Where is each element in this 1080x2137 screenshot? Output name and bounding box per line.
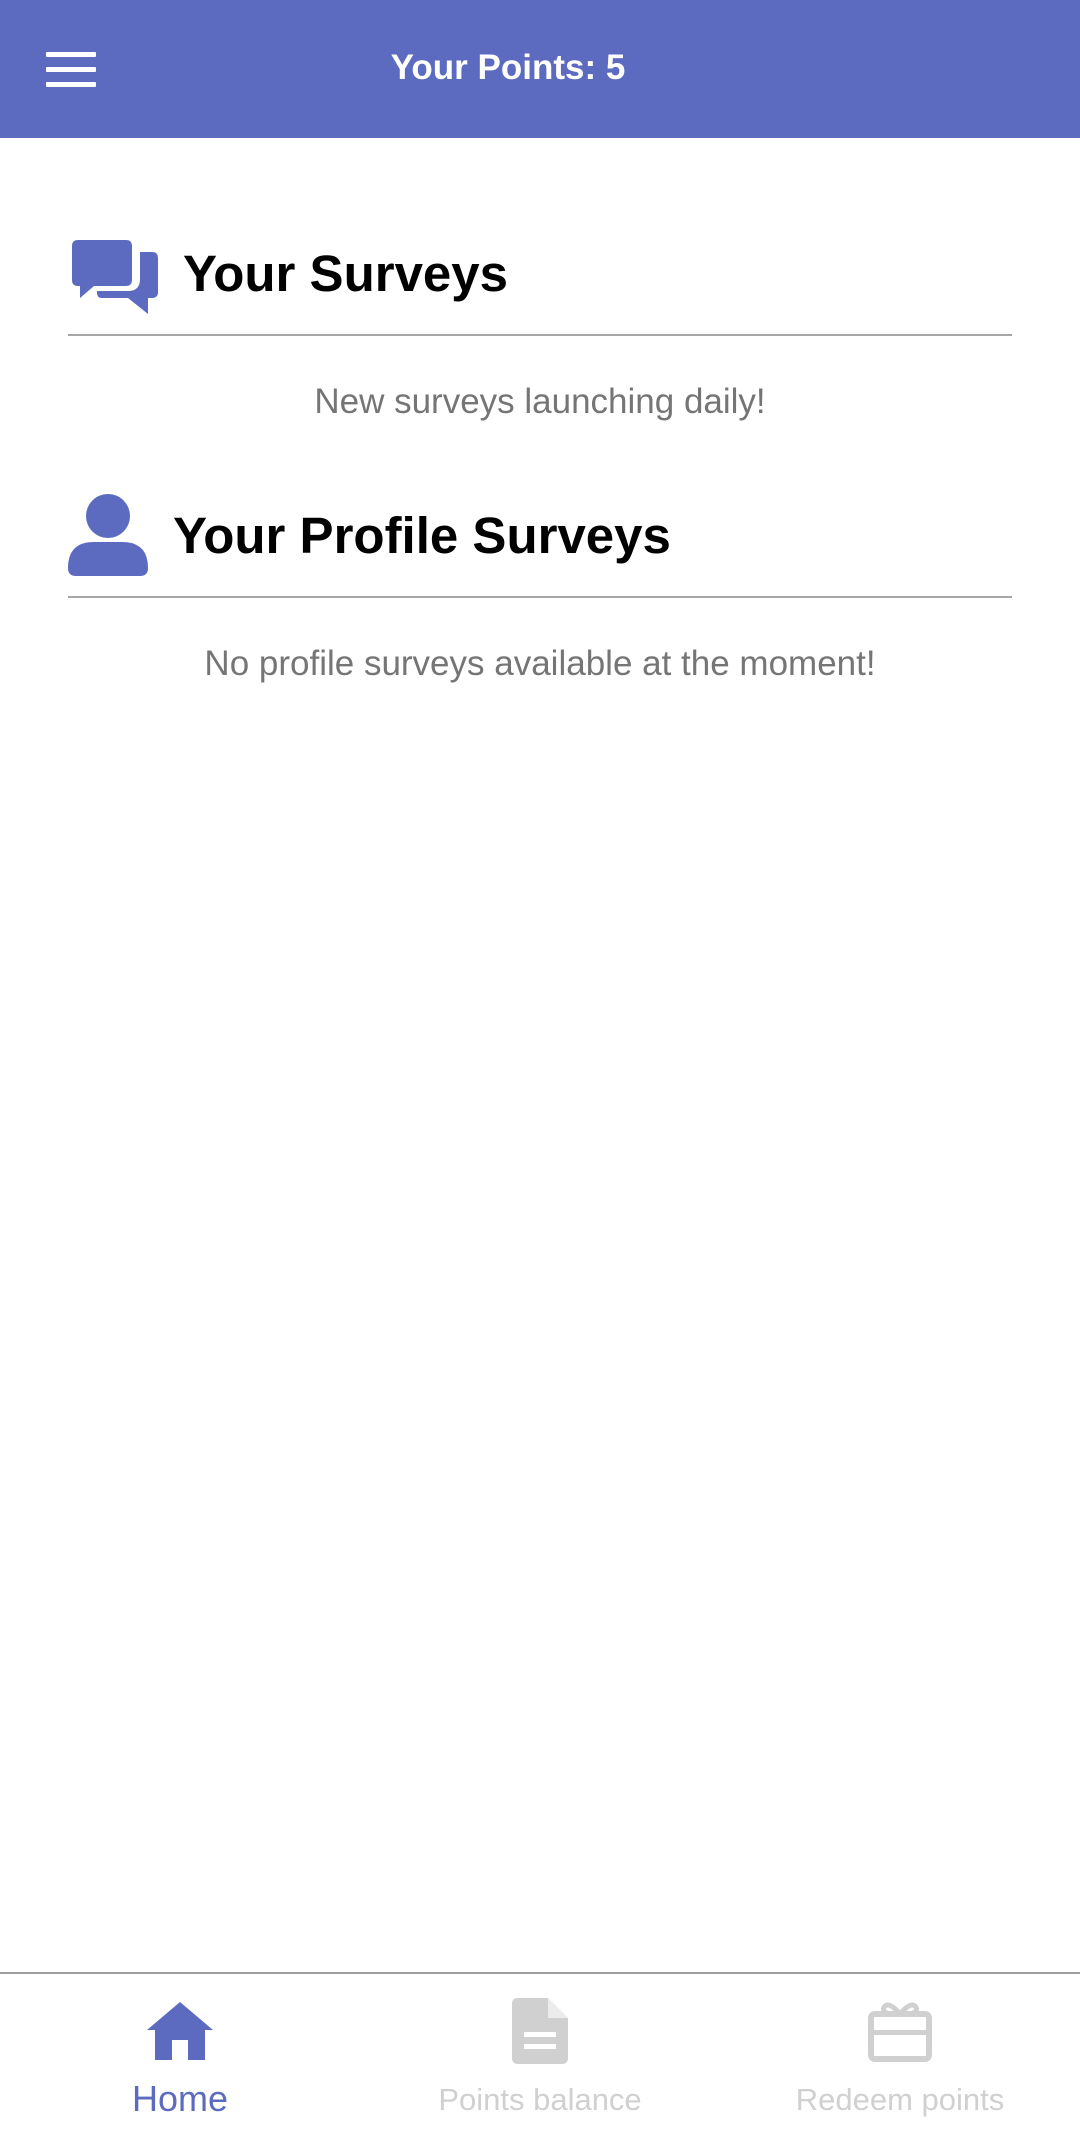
nav-label-redeem-points: Redeem points — [795, 2082, 1005, 2117]
page-title: Your Points: 5 — [390, 48, 626, 87]
profile-surveys-empty-message: No profile surveys available at the mome… — [204, 644, 876, 683]
surveys-section-header: Your Surveys — [68, 226, 1012, 322]
surveys-section: Your Surveys New surveys launching daily… — [68, 226, 1012, 422]
app-bar: Your Points: 5 — [0, 0, 1080, 138]
nav-item-redeem-points[interactable]: Redeem points — [720, 1974, 1080, 2137]
document-icon — [512, 1998, 568, 2064]
chat-bubbles-icon — [72, 240, 158, 314]
gift-icon — [868, 2002, 932, 2062]
nav-item-home[interactable]: Home — [0, 1974, 360, 2137]
nav-label-points-balance: Points balance — [438, 2082, 642, 2117]
profile-surveys-section: Your Profile Surveys No profile surveys … — [68, 488, 1012, 684]
profile-surveys-section-title: Your Profile Surveys — [173, 507, 671, 564]
nav-item-points-balance[interactable]: Points balance — [360, 1974, 720, 2137]
home-icon — [147, 2002, 213, 2060]
surveys-empty-message: New surveys launching daily! — [314, 382, 766, 421]
profile-surveys-section-header: Your Profile Surveys — [68, 488, 1012, 584]
profile-surveys-section-divider — [68, 596, 1012, 598]
surveys-section-title: Your Surveys — [183, 245, 509, 302]
user-icon — [68, 494, 148, 576]
surveys-section-divider — [68, 334, 1012, 336]
nav-label-home: Home — [131, 2078, 229, 2119]
bottom-navigation: Home Points balance Redeem points — [0, 1972, 1080, 2137]
